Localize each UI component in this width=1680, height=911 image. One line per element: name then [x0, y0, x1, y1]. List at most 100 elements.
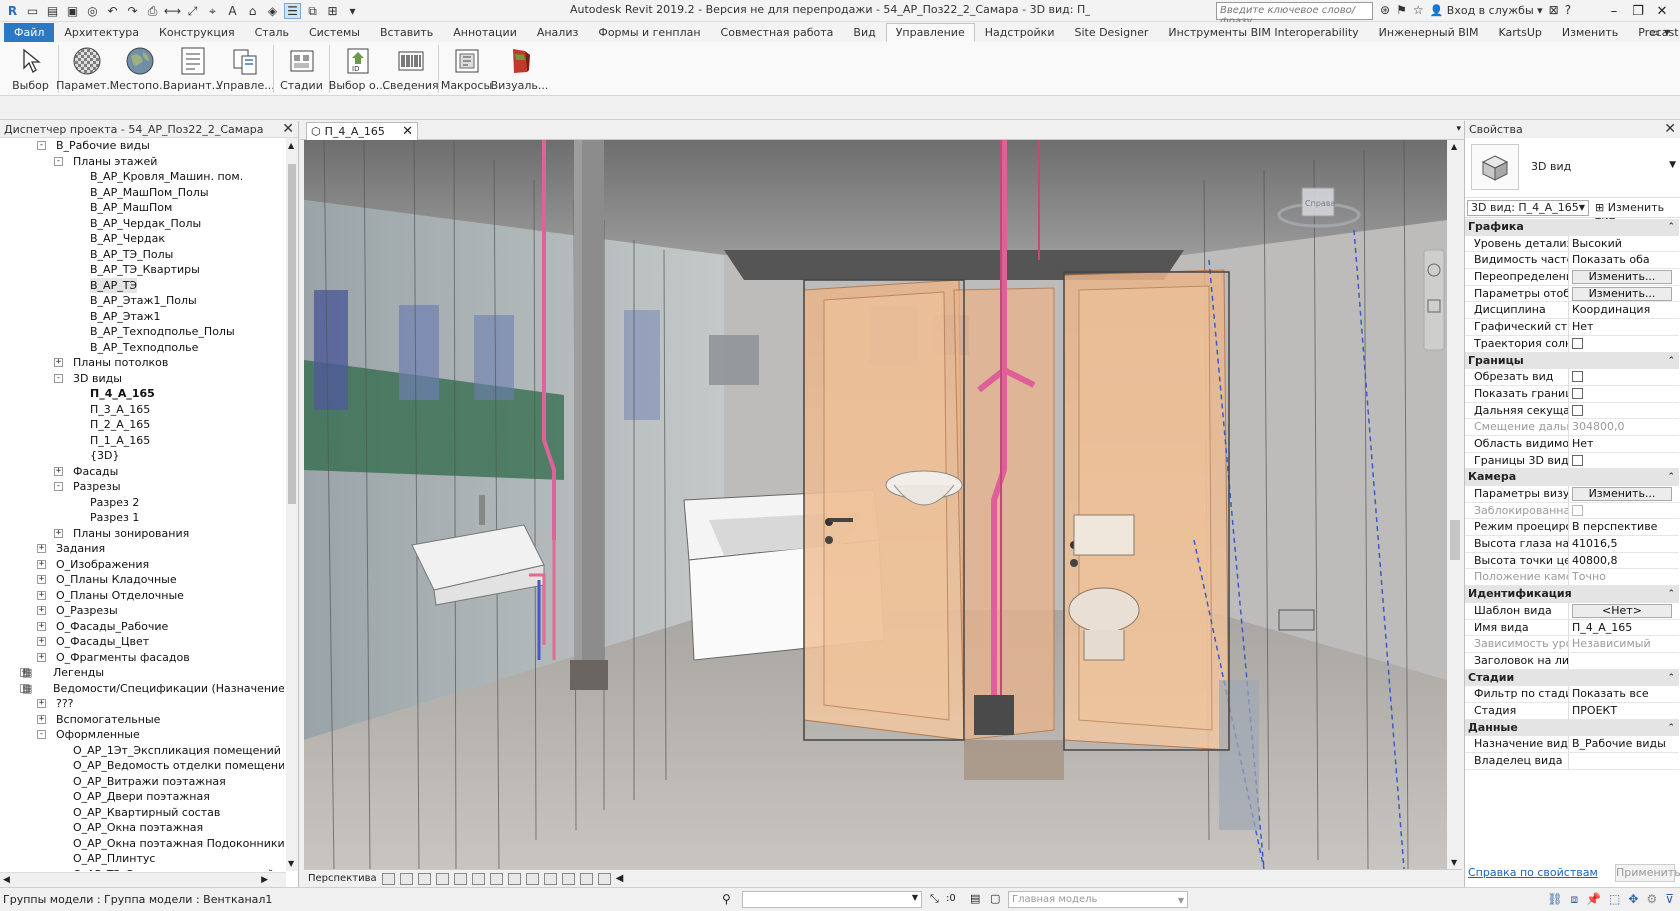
lock-view-icon[interactable] — [507, 872, 521, 885]
collapse-icon[interactable]: ⌃ — [1667, 670, 1675, 687]
select-links-icon[interactable]: ⛓ — [1547, 892, 1562, 907]
tree-item[interactable]: {3D} — [0, 448, 284, 464]
expand-icon[interactable]: + — [54, 528, 63, 538]
tree-item[interactable]: + Вспомогательные — [0, 712, 284, 728]
thin-lines-icon[interactable]: ☰ — [284, 3, 301, 19]
tree-item[interactable]: В_АР_Этаж1 — [0, 309, 284, 325]
tree-item[interactable]: О_АР_Двери поэтажная — [0, 789, 284, 805]
tab-13[interactable]: Site Designer — [1064, 23, 1158, 42]
property-value[interactable]: Изменить... — [1569, 286, 1679, 302]
browser-horizontal-scrollbar[interactable]: ◀ ▶ — [0, 872, 286, 887]
main-model-select[interactable]: Главная модель ▼ — [1008, 891, 1188, 908]
tree-item[interactable]: + О_Фасады_Рабочие — [0, 619, 284, 635]
property-checkbox[interactable] — [1572, 454, 1583, 466]
tab-10[interactable]: Вид — [843, 23, 885, 42]
tree-item[interactable]: + Задания — [0, 541, 284, 557]
binoculars-icon[interactable]: ⊛ — [1380, 3, 1390, 17]
tab-0[interactable]: Файл — [4, 23, 55, 42]
browser-scrollbar[interactable]: ▲ ▼ — [286, 138, 298, 871]
redo-icon[interactable]: ↷ — [124, 3, 141, 19]
temp-hide-icon[interactable] — [525, 872, 539, 885]
viewport-scrollbar[interactable]: ▲ ▼ — [1448, 140, 1462, 869]
property-value[interactable] — [1569, 369, 1679, 385]
chevron-down-icon[interactable]: ▼ — [1669, 160, 1676, 170]
select-underlay-icon[interactable]: ⧈ — [1570, 892, 1578, 907]
tree-item[interactable]: -3D виды — [0, 371, 284, 387]
tab-9[interactable]: Совместная работа — [711, 23, 844, 42]
expand-icon[interactable]: + — [37, 699, 46, 708]
property-checkbox[interactable] — [1572, 387, 1583, 399]
collapse-icon[interactable]: ⌃ — [1667, 219, 1675, 236]
property-checkbox[interactable] — [1572, 371, 1583, 383]
property-value[interactable]: <Нет> — [1569, 603, 1679, 619]
property-value[interactable]: Показать оба — [1569, 252, 1679, 268]
text-icon[interactable]: A — [224, 3, 241, 19]
tree-item[interactable]: - Оформленные — [0, 727, 284, 743]
drag-elements-icon[interactable]: ✥ — [1628, 892, 1638, 907]
tree-item[interactable]: -▦Ведомости/Спецификации (Назначение вид… — [0, 681, 284, 697]
expand-icon[interactable]: + — [37, 637, 46, 646]
ribbon-phases-button[interactable]: Стадии — [275, 42, 328, 96]
property-value[interactable] — [1569, 453, 1679, 469]
browser-scroll-thumb[interactable] — [288, 164, 296, 504]
ribbon-select-by-id-button[interactable]: ID Выбор о... — [329, 42, 386, 96]
undo-icon[interactable]: ↶ — [104, 3, 121, 19]
revit-logo-icon[interactable]: R — [4, 3, 21, 19]
tree-item[interactable]: П_2_А_165 — [0, 417, 284, 433]
property-group-header[interactable]: Камера ⌃ — [1465, 469, 1679, 486]
tree-item[interactable]: П_4_А_165 — [0, 386, 284, 402]
tab-5[interactable]: Вставить — [370, 23, 443, 42]
property-group-header[interactable]: Границы ⌃ — [1465, 352, 1679, 370]
scroll-up-icon[interactable]: ▲ — [1451, 142, 1457, 151]
restore-icon[interactable]: ❐ — [1626, 1, 1650, 21]
tree-item[interactable]: О_АР_Квартирный состав — [0, 805, 284, 821]
property-value[interactable]: Нет — [1569, 319, 1679, 335]
select-by-face-icon[interactable]: ⬚ — [1609, 892, 1620, 907]
tree-item[interactable]: +??? — [0, 696, 284, 712]
property-value[interactable]: 40800,8 — [1569, 553, 1679, 569]
projection-mode-label[interactable]: Перспектива — [308, 873, 377, 884]
tree-item[interactable]: В_АР_Техподполье — [0, 340, 284, 356]
open-icon[interactable]: ▭ — [24, 3, 41, 19]
property-value[interactable]: ПРОЕКТ — [1569, 703, 1679, 719]
default-3d-view-icon[interactable]: ⌂ — [244, 3, 261, 19]
property-edit-button[interactable]: Изменить... — [1572, 270, 1672, 285]
tab-16[interactable]: KartsUp — [1489, 23, 1552, 42]
render-icon[interactable] — [453, 872, 467, 885]
close-icon[interactable]: ✕ — [282, 121, 294, 137]
ribbon-design-options-button[interactable]: Вариант... — [163, 42, 222, 96]
scroll-up-icon[interactable]: ▲ — [288, 141, 294, 150]
tree-item[interactable]: П_3_А_165 — [0, 402, 284, 418]
worksharing-icon[interactable] — [561, 872, 575, 885]
tab-17[interactable]: Изменить — [1552, 23, 1628, 42]
tree-item[interactable]: + Планы потолков — [0, 355, 284, 371]
3d-viewport[interactable]: Справа — [304, 140, 1447, 869]
property-checkbox[interactable] — [1572, 504, 1583, 516]
crop-view-icon[interactable] — [471, 872, 485, 885]
tree-item[interactable]: О_АР_Ведомость отделки помещений_Имя — [0, 758, 284, 774]
ribbon-location-button[interactable]: Местопо... — [110, 42, 169, 96]
property-value[interactable] — [1569, 753, 1679, 769]
tree-item[interactable]: О_АР_1Эт_Экспликация помещений — [0, 743, 284, 759]
tree-item[interactable]: В_АР_Кровля_Машин. пом. — [0, 169, 284, 185]
apply-button[interactable]: Применить — [1615, 864, 1680, 882]
collapse-icon[interactable]: ⌃ — [1667, 586, 1675, 603]
ribbon-manage-links-button[interactable]: Управле... — [216, 42, 275, 96]
tree-item[interactable]: + ▦ Легенды — [0, 665, 284, 681]
tree-item[interactable]: О_АР_Окна поэтажная — [0, 820, 284, 836]
tree-item[interactable]: Разрез 2 — [0, 495, 284, 511]
property-checkbox[interactable] — [1572, 337, 1583, 349]
tree-item[interactable]: В_АР_ТЭ_Полы — [0, 247, 284, 263]
visual-style-icon[interactable] — [399, 872, 413, 885]
property-group-header[interactable]: Идентификация ⌃ — [1465, 586, 1679, 603]
collapse-icon[interactable]: ⌃ — [1667, 720, 1675, 737]
tree-item[interactable]: + О_Фасады_Цвет — [0, 634, 284, 650]
tree-item[interactable]: В_АР_ТЭ_Квартиры — [0, 262, 284, 278]
tab-15[interactable]: Инженерный BIM — [1369, 23, 1489, 42]
properties-help-link[interactable]: Справка по свойствам — [1468, 866, 1598, 879]
login-button[interactable]: 👤 Вход в службы ▾ — [1430, 4, 1543, 17]
tab-2[interactable]: Конструкция — [149, 23, 245, 42]
tree-item[interactable]: + О_Фрагменты фасадов — [0, 650, 284, 666]
tree-item[interactable]: В_АР_МашПом — [0, 200, 284, 216]
tree-item[interactable]: В_АР_ТЭ — [0, 277, 284, 293]
